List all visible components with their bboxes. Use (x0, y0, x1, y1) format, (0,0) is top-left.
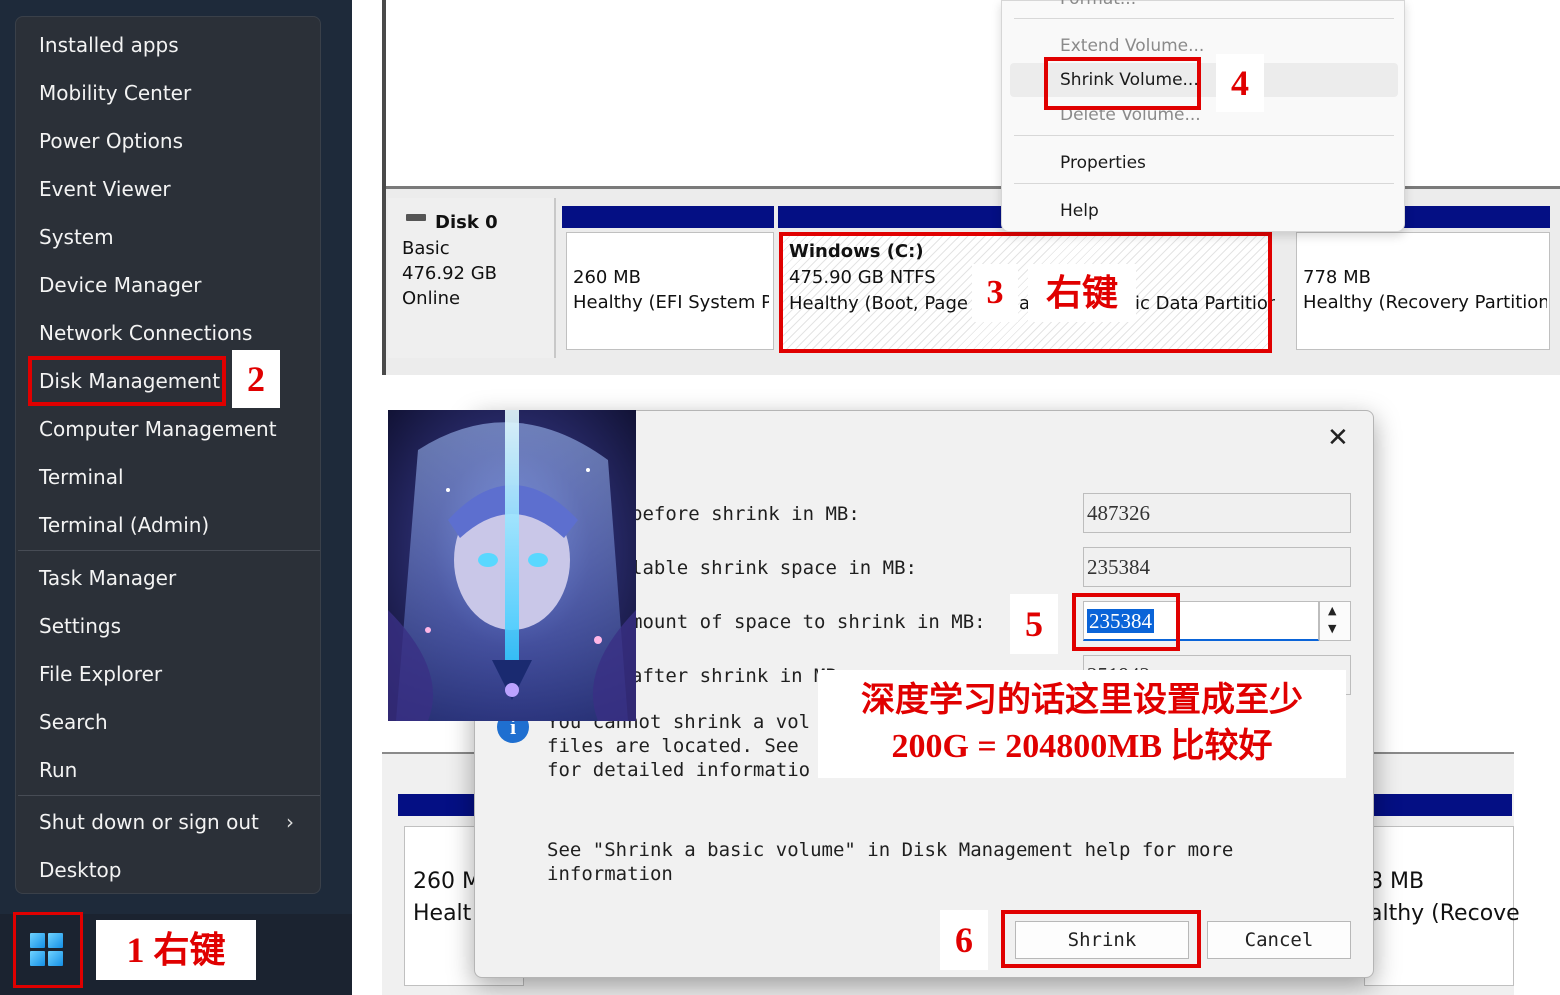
partition-size: 8 MB (1369, 869, 1425, 894)
partition-size: 260 MB (573, 267, 641, 288)
menu-item-power-options[interactable]: Power Options (39, 129, 183, 153)
stepper-down-icon[interactable]: ▼ (1328, 622, 1336, 635)
shrink-amount-stepper[interactable]: ▲ ▼ (1319, 601, 1351, 641)
partition-status: Healthy (EFI System Partition) (573, 292, 769, 313)
disk-type: Basic (402, 238, 450, 259)
partition-status: Healt (413, 901, 472, 926)
chevron-right-icon: › (286, 810, 294, 834)
label-total-size: before shrink in MB: (631, 503, 860, 525)
disk-name: Disk 0 (435, 212, 498, 233)
step-4-label: 4 (1216, 54, 1264, 112)
partition-bar-efi (562, 206, 774, 228)
menu-item-extend-volume[interactable]: Extend Volume... (1060, 36, 1204, 56)
label-available-space: lable shrink space in MB: (631, 557, 917, 579)
help-text-line1: See "Shrink a basic volume" in Disk Mana… (547, 839, 1234, 861)
step-3-text: 右键 (1028, 264, 1136, 322)
disk-size: 476.92 GB (402, 263, 498, 284)
partition-efi[interactable]: 260 MB Healthy (EFI System Partition) (566, 232, 774, 350)
cancel-button[interactable]: Cancel (1207, 921, 1351, 959)
menu-item-installed-apps[interactable]: Installed apps (39, 33, 179, 57)
partition-size: 260 M (413, 869, 481, 894)
illustration-image (388, 410, 636, 721)
menu-separator (1014, 183, 1394, 184)
menu-item-shut-down[interactable]: Shut down or sign out (39, 810, 259, 834)
info-text-line3: for detailed informatio (547, 759, 811, 781)
menu-item-mobility-center[interactable]: Mobility Center (39, 81, 191, 105)
step-2-label: 2 (232, 350, 280, 408)
menu-item-event-viewer[interactable]: Event Viewer (39, 177, 171, 201)
menu-item-properties[interactable]: Properties (1060, 153, 1146, 173)
step-6-label: 6 (940, 910, 988, 970)
menu-item-network-connections[interactable]: Network Connections (39, 321, 252, 345)
menu-item-search[interactable]: Search (39, 710, 108, 734)
menu-item-device-manager[interactable]: Device Manager (39, 273, 201, 297)
label-amount-to-shrink: mount of space to shrink in MB: (631, 611, 986, 633)
stepper-up-icon[interactable]: ▲ (1328, 604, 1336, 617)
menu-separator (18, 550, 320, 551)
menu-item-terminal[interactable]: Terminal (39, 465, 124, 489)
partition-status: Healthy (Recovery Partition) (1303, 292, 1547, 313)
close-icon[interactable]: ✕ (1327, 423, 1349, 453)
help-text-line2: information (547, 863, 673, 885)
menu-item-format[interactable]: Format... (1060, 0, 1136, 9)
step-1-label: 1 右键 (96, 920, 256, 980)
disk-status: Online (402, 288, 461, 309)
menu-separator (1014, 135, 1394, 136)
menu-separator (1014, 18, 1394, 19)
available-space-field: 235384 (1083, 547, 1351, 587)
context-menu: Format... Extend Volume... Shrink Volume… (1001, 0, 1405, 232)
windows-logo-icon (28, 931, 68, 971)
step-3-label: 3 (972, 264, 1018, 322)
menu-item-help[interactable]: Help (1060, 201, 1099, 221)
label-size-after: after shrink in MB: (631, 665, 849, 687)
partition-recovery[interactable]: 778 MB Healthy (Recovery Partition) (1296, 232, 1550, 350)
winx-menu: Installed apps Mobility Center Power Opt… (15, 16, 321, 894)
highlight-disk-management (28, 356, 226, 406)
menu-item-desktop[interactable]: Desktop (39, 858, 121, 882)
highlight-shrink-amount (1072, 593, 1180, 651)
note-line-2: 200G = 204800MB 比较好 (891, 728, 1273, 765)
note-line-1: 深度学习的话这里设置成至少 (861, 682, 1303, 719)
info-text-line2: files are located. See (547, 735, 799, 757)
menu-separator (18, 795, 320, 796)
partition-size: 778 MB (1303, 267, 1371, 288)
menu-item-run[interactable]: Run (39, 758, 77, 782)
partition-recovery[interactable]: 8 MB althy (Recove (1364, 826, 1520, 986)
menu-item-settings[interactable]: Settings (39, 614, 121, 638)
menu-item-file-explorer[interactable]: File Explorer (39, 662, 162, 686)
start-button[interactable] (13, 912, 83, 988)
menu-item-computer-management[interactable]: Computer Management (39, 417, 277, 441)
highlight-shrink-button (1001, 910, 1201, 968)
partition-status: althy (Recove (1369, 901, 1520, 926)
menu-item-task-manager[interactable]: Task Manager (39, 566, 176, 590)
menu-item-terminal-admin[interactable]: Terminal (Admin) (39, 513, 209, 537)
step-5-label: 5 (1010, 594, 1058, 654)
menu-item-system[interactable]: System (39, 225, 114, 249)
disk-0-info[interactable]: Disk 0 Basic 476.92 GB Online (388, 198, 556, 358)
highlight-partition-c (779, 232, 1272, 353)
highlight-shrink-volume (1044, 57, 1201, 110)
annotation-note: 深度学习的话这里设置成至少 200G = 204800MB 比较好 (818, 670, 1346, 778)
disk-icon (406, 214, 426, 221)
total-size-field: 487326 (1083, 493, 1351, 533)
